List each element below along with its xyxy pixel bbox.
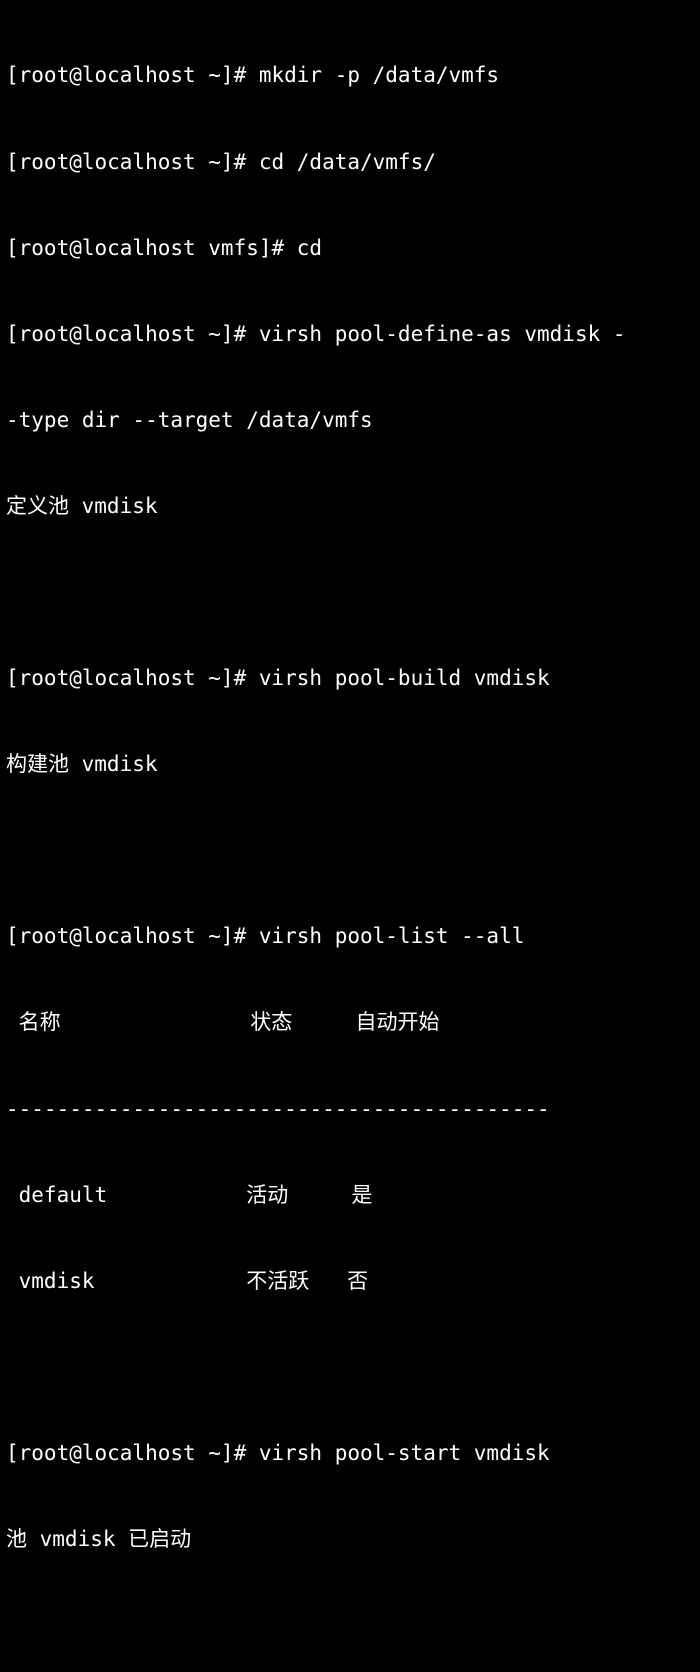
pool-table-separator: ----------------------------------------… xyxy=(6,1096,550,1121)
terminal-line: [root@localhost ~]# virsh pool-build vmd… xyxy=(6,666,550,691)
terminal-line: [root@localhost ~]# cd /data/vmfs/ xyxy=(6,149,436,174)
terminal-line: 池 vmdisk 已启动 xyxy=(6,1527,192,1551)
terminal-line: [root@localhost ~]# mkdir -p /data/vmfs xyxy=(6,63,500,88)
terminal-line: -type dir --target /data/vmfs xyxy=(6,407,373,432)
terminal-line: [root@localhost ~]# virsh pool-define-as… xyxy=(6,321,626,346)
pool-table-header: 名称 状态 自动开始 xyxy=(6,1010,440,1035)
table-row: vmdisk 不活跃 否 xyxy=(6,1268,369,1293)
table-row: default 活动 是 xyxy=(6,1182,373,1207)
terminal-line: [root@localhost ~]# virsh pool-start vmd… xyxy=(6,1440,550,1465)
terminal-line: 构建池 vmdisk xyxy=(6,752,158,777)
terminal-line: [root@localhost vmfs]# cd xyxy=(6,235,323,260)
terminal-window[interactable]: [root@localhost ~]# mkdir -p /data/vmfs … xyxy=(0,0,700,1551)
terminal-line: 定义池 vmdisk xyxy=(6,493,158,518)
terminal-line: [root@localhost ~]# virsh pool-list --al… xyxy=(6,924,525,949)
